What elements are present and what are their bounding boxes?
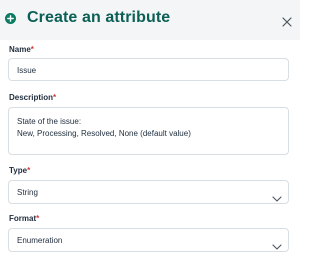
create-attribute-dialog: Create an attribute Name* Issue Descript…	[0, 0, 300, 257]
dialog-header: Create an attribute	[0, 0, 300, 40]
required-mark: *	[30, 45, 34, 54]
chevron-down-icon[interactable]	[272, 237, 282, 250]
dialog-title: Create an attribute	[27, 9, 171, 26]
format-label-text: Format	[9, 214, 37, 223]
required-mark: *	[36, 214, 40, 223]
required-mark: *	[53, 93, 57, 102]
type-select[interactable]: String	[8, 180, 289, 204]
name-value: Issue	[17, 66, 37, 75]
description-field[interactable]: State of the issue: New, Processing, Res…	[8, 107, 289, 155]
name-label: Name*	[9, 45, 34, 54]
type-label-text: Type	[9, 166, 28, 175]
chevron-down-icon[interactable]	[272, 189, 282, 202]
format-value: Enumeration	[17, 236, 63, 245]
type-value: String	[17, 188, 38, 197]
format-label: Format*	[9, 214, 39, 223]
description-label: Description*	[9, 93, 56, 102]
plus-circle-icon	[5, 13, 16, 24]
description-label-text: Description	[9, 93, 54, 102]
format-select[interactable]: Enumeration	[8, 228, 289, 252]
description-line-1: State of the issue:	[17, 117, 82, 126]
name-field[interactable]: Issue	[8, 58, 289, 81]
type-label: Type*	[9, 166, 30, 175]
name-label-text: Name	[9, 45, 31, 54]
description-line-2: New, Processing, Resolved, None (default…	[17, 129, 191, 138]
close-icon[interactable]	[282, 14, 292, 27]
required-mark: *	[27, 166, 31, 175]
